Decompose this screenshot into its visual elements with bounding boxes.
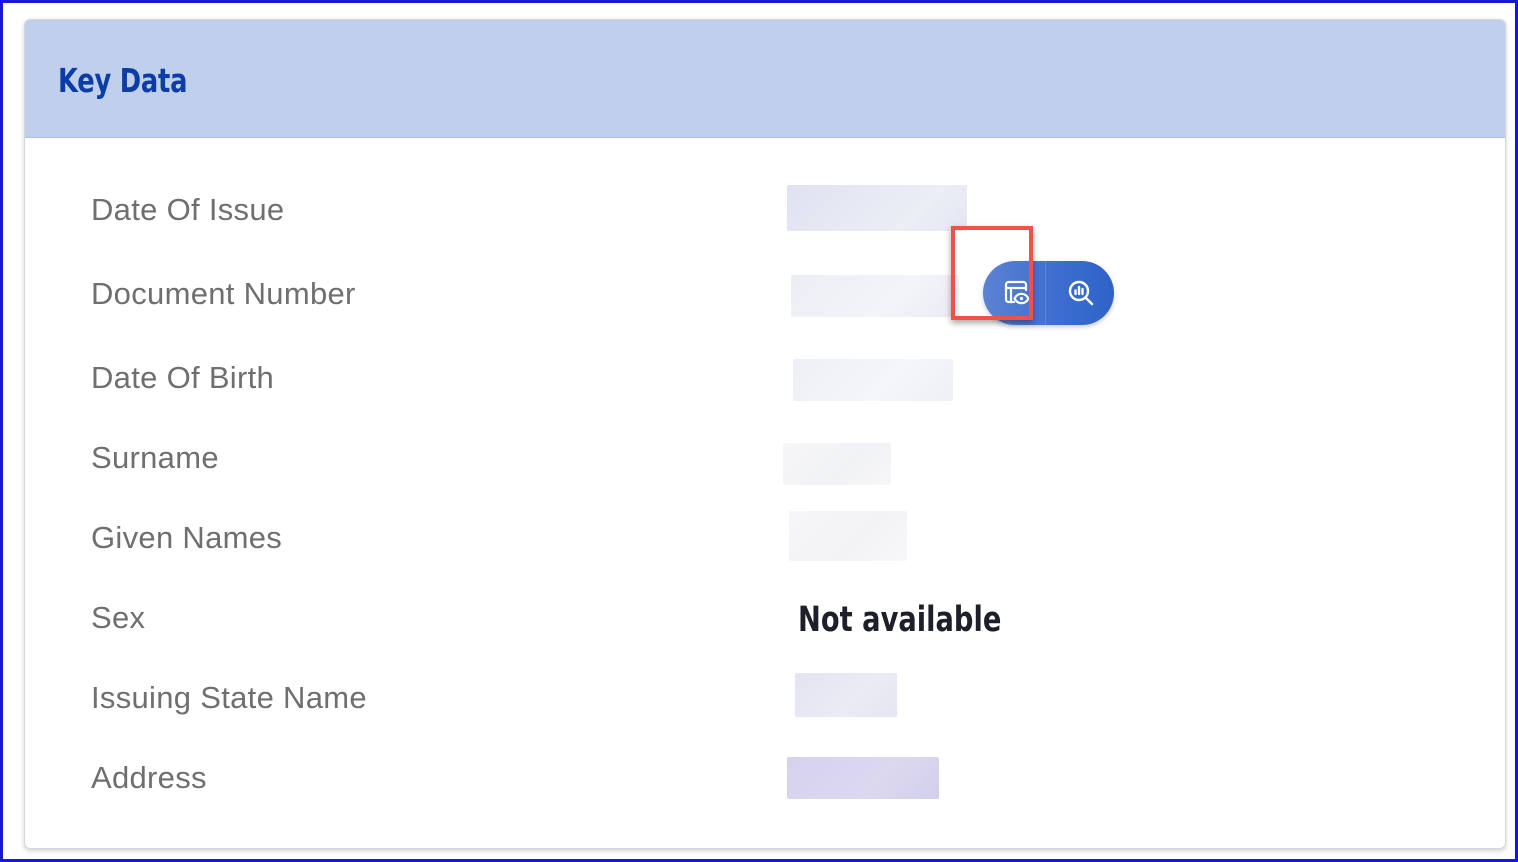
key-data-card: Key Data Date Of Issue Document Number D… <box>24 19 1506 849</box>
field-label-given-names: Given Names <box>91 520 283 555</box>
screenshot-frame: Key Data Date Of Issue Document Number D… <box>0 0 1518 862</box>
field-label-surname: Surname <box>91 440 219 475</box>
redacted-value-date-of-issue <box>787 185 967 231</box>
redacted-value-date-of-birth <box>793 359 953 401</box>
document-view-icon <box>1004 280 1030 305</box>
redacted-value-given-names <box>789 511 907 561</box>
field-label-issuing-state-name: Issuing State Name <box>91 680 367 715</box>
card-title: Key Data <box>58 61 188 100</box>
card-header: Key Data <box>25 20 1505 138</box>
redacted-value-address <box>787 757 939 799</box>
field-label-date-of-birth: Date Of Birth <box>91 360 275 395</box>
document-number-actions <box>983 261 1114 325</box>
field-label-address: Address <box>91 760 207 795</box>
field-label-date-of-issue: Date Of Issue <box>91 192 285 227</box>
analyze-document-button[interactable] <box>1049 261 1113 325</box>
field-label-document-number: Document Number <box>91 276 356 311</box>
field-label-sex: Sex <box>91 600 146 635</box>
field-value-sex: Not available <box>798 600 1002 640</box>
redacted-value-issuing-state-name <box>795 673 897 717</box>
redacted-value-surname <box>783 443 891 485</box>
view-document-button[interactable] <box>985 261 1049 325</box>
redacted-value-document-number <box>791 275 959 317</box>
magnify-chart-icon <box>1068 280 1094 306</box>
